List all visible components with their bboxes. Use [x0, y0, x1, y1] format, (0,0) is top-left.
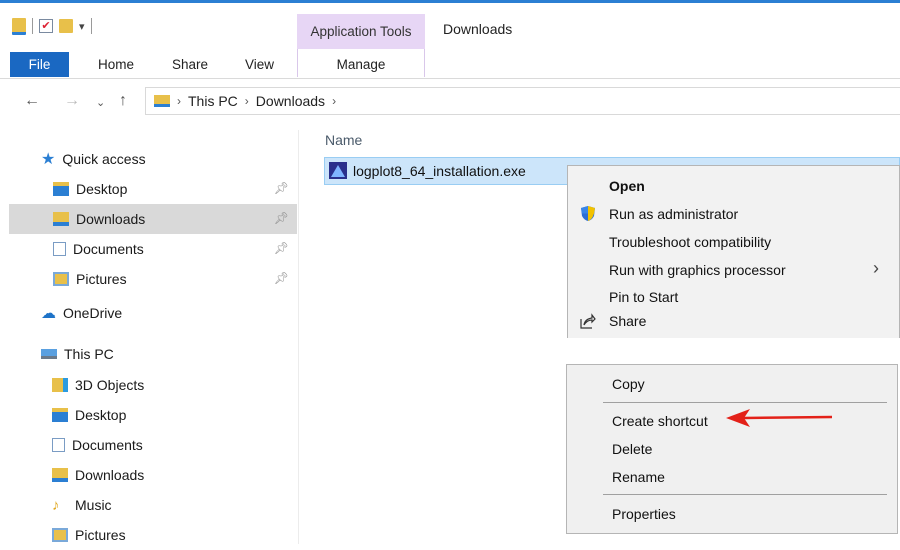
- breadcrumb: › This PC › Downloads ›: [154, 93, 336, 109]
- forward-arrow-icon[interactable]: →: [64, 92, 80, 110]
- nav-quick-access-label: Quick access: [62, 151, 146, 167]
- nav-onedrive[interactable]: ☁ OneDrive: [41, 298, 122, 328]
- toolbar-separator: [90, 18, 92, 34]
- nav-item-desktop-pc[interactable]: Desktop: [52, 400, 126, 430]
- nav-item-label: Documents: [72, 437, 143, 453]
- breadcrumb-chevron-icon[interactable]: ›: [332, 94, 336, 108]
- up-arrow-icon[interactable]: ↑: [119, 92, 127, 110]
- folder-down-icon[interactable]: [12, 17, 26, 35]
- pictures-icon: [53, 272, 69, 286]
- share-icon: [580, 313, 596, 329]
- uac-shield-icon: [580, 205, 596, 222]
- column-header-name[interactable]: Name: [325, 132, 362, 148]
- nav-item-pictures[interactable]: Pictures 📌︎: [9, 264, 297, 294]
- nav-item-label: Documents: [73, 241, 144, 257]
- tab-share[interactable]: Share: [172, 57, 208, 72]
- window-title: Downloads: [443, 21, 513, 37]
- desktop-folder-icon: [53, 182, 69, 196]
- tab-view[interactable]: View: [245, 57, 274, 72]
- pin-icon[interactable]: 📌︎: [274, 241, 289, 255]
- recent-locations-chevron-icon[interactable]: ⌄: [96, 96, 105, 109]
- nav-item-pictures-pc[interactable]: Pictures: [52, 520, 126, 550]
- customize-toolbar-icon[interactable]: ▾: [79, 20, 85, 33]
- downloads-folder-icon: [53, 212, 69, 226]
- menu-open[interactable]: Open: [609, 178, 645, 194]
- ribbon-tab-bar: [0, 50, 900, 79]
- pictures-icon: [52, 528, 68, 542]
- menu-rename[interactable]: Rename: [612, 469, 665, 485]
- nav-item-label: Pictures: [76, 271, 127, 287]
- menu-troubleshoot-compatibility[interactable]: Troubleshoot compatibility: [609, 234, 771, 250]
- documents-icon: [53, 242, 66, 256]
- properties-check-icon[interactable]: ✔: [39, 19, 53, 33]
- submenu-arrow-icon: ›: [873, 258, 879, 278]
- nav-item-label: Downloads: [75, 467, 145, 483]
- new-folder-icon[interactable]: [59, 19, 73, 33]
- menu-run-as-administrator[interactable]: Run as administrator: [609, 206, 738, 222]
- menu-create-shortcut[interactable]: Create shortcut: [612, 413, 708, 429]
- downloads-folder-icon: [154, 95, 170, 107]
- nav-item-label: Desktop: [75, 407, 127, 423]
- menu-separator: [603, 494, 887, 495]
- breadcrumb-chevron-icon[interactable]: ›: [177, 94, 181, 108]
- nav-item-desktop[interactable]: Desktop 📌︎: [9, 174, 297, 204]
- nav-item-label: Downloads: [76, 211, 146, 227]
- nav-item-documents-pc[interactable]: Documents: [52, 430, 143, 460]
- nav-item-label: Pictures: [75, 527, 126, 543]
- nav-item-3d-objects[interactable]: 3D Objects: [52, 370, 144, 400]
- menu-copy[interactable]: Copy: [612, 376, 645, 392]
- computer-icon: [41, 349, 57, 359]
- nav-item-downloads-pc[interactable]: Downloads: [52, 460, 144, 490]
- nav-item-label: Music: [75, 497, 112, 513]
- nav-this-pc[interactable]: This PC: [41, 339, 114, 369]
- nav-onedrive-label: OneDrive: [63, 305, 123, 321]
- quick-access-toolbar: ✔ ▾: [12, 14, 92, 38]
- menu-separator: [603, 402, 887, 403]
- pin-icon[interactable]: 📌︎: [274, 211, 289, 225]
- menu-run-with-graphics-processor[interactable]: Run with graphics processor: [609, 262, 786, 278]
- menu-properties[interactable]: Properties: [612, 506, 676, 522]
- nav-item-label: 3D Objects: [75, 377, 145, 393]
- cloud-icon: ☁: [41, 305, 56, 322]
- menu-share[interactable]: Share: [609, 313, 646, 329]
- pin-icon[interactable]: 📌︎: [274, 271, 289, 285]
- file-name[interactable]: logplot8_64_installation.exe: [353, 163, 526, 179]
- back-arrow-icon[interactable]: ←: [24, 92, 40, 110]
- toolbar-separator: [32, 18, 33, 34]
- menu-delete[interactable]: Delete: [612, 441, 652, 457]
- menu-pin-to-start[interactable]: Pin to Start: [609, 289, 678, 305]
- application-tools-label: Application Tools: [310, 24, 412, 39]
- annotation-arrow-icon: [724, 406, 834, 430]
- breadcrumb-this-pc[interactable]: This PC: [188, 93, 238, 109]
- 3d-objects-icon: [52, 378, 68, 392]
- tab-file[interactable]: File: [10, 52, 69, 77]
- nav-this-pc-label: This PC: [64, 346, 114, 362]
- nav-item-downloads[interactable]: Downloads 📌︎: [9, 204, 297, 234]
- exe-app-icon: [329, 162, 347, 179]
- nav-quick-access[interactable]: ★ Quick access: [41, 144, 146, 174]
- documents-icon: [52, 438, 65, 452]
- desktop-folder-icon: [52, 408, 68, 422]
- breadcrumb-downloads[interactable]: Downloads: [256, 93, 325, 109]
- pin-icon[interactable]: 📌︎: [274, 181, 289, 195]
- nav-item-documents[interactable]: Documents 📌︎: [9, 234, 297, 264]
- star-icon: ★: [41, 151, 56, 168]
- breadcrumb-chevron-icon[interactable]: ›: [245, 94, 249, 108]
- downloads-folder-icon: [52, 468, 68, 482]
- nav-item-label: Desktop: [76, 181, 128, 197]
- music-note-icon: ♪: [52, 496, 60, 514]
- title-bar-accent: [0, 0, 900, 3]
- tab-manage-label[interactable]: Manage: [297, 57, 425, 72]
- tab-home[interactable]: Home: [98, 57, 134, 72]
- nav-item-music[interactable]: ♪ Music: [52, 490, 112, 520]
